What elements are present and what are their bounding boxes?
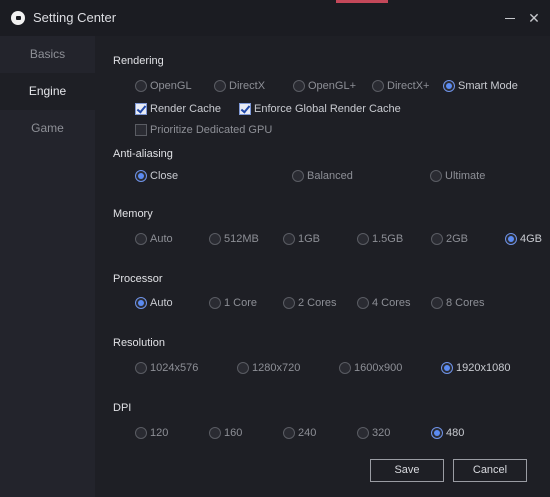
radio-button-icon — [431, 297, 443, 309]
radio-button-icon — [372, 80, 384, 92]
radio-memory-1-5gb[interactable]: 1.5GB — [357, 231, 403, 247]
radio-anti-aliasing-ultimate[interactable]: Ultimate — [430, 168, 485, 184]
checkbox-render-cache[interactable]: Render Cache — [135, 101, 221, 117]
radio-button-icon — [209, 297, 221, 309]
radio-button-icon — [283, 297, 295, 309]
radio-button-icon — [357, 427, 369, 439]
radio-dpi-320[interactable]: 320 — [357, 425, 390, 441]
radio-button-selected-icon — [443, 80, 455, 92]
radio-memory-2gb[interactable]: 2GB — [431, 231, 468, 247]
radio-button-icon — [431, 233, 443, 245]
radio-memory-4gb[interactable]: 4GB — [505, 231, 542, 247]
radio-processor-auto[interactable]: Auto — [135, 295, 173, 311]
radio-button-icon — [283, 427, 295, 439]
radio-processor-1-core[interactable]: 1 Core — [209, 295, 257, 311]
radio-button-icon — [135, 80, 147, 92]
radio-button-selected-icon — [441, 362, 453, 374]
radio-button-icon — [430, 170, 442, 182]
sidebar-item-basics[interactable]: Basics — [0, 36, 95, 73]
radio-button-icon — [209, 427, 221, 439]
radio-button-icon — [209, 233, 221, 245]
radio-anti-aliasing-close[interactable]: Close — [135, 168, 178, 184]
sidebar-item-game[interactable]: Game — [0, 110, 95, 147]
radio-resolution-1920x1080[interactable]: 1920x1080 — [441, 360, 510, 376]
radio-button-icon — [135, 362, 147, 374]
checkbox-checked-icon — [135, 103, 147, 115]
radio-resolution-1024x576[interactable]: 1024x576 — [135, 360, 198, 376]
checkbox-icon — [135, 124, 147, 136]
radio-rendering-opengl[interactable]: OpenGL — [135, 78, 192, 94]
radio-rendering-opengl-plus[interactable]: OpenGL+ — [293, 78, 356, 94]
radio-button-icon — [339, 362, 351, 374]
minimize-button[interactable] — [500, 8, 520, 28]
radio-anti-aliasing-balanced[interactable]: Balanced — [292, 168, 353, 184]
radio-button-icon — [292, 170, 304, 182]
radio-button-icon — [237, 362, 249, 374]
background-strip — [336, 0, 388, 3]
radio-button-icon — [214, 80, 226, 92]
sidebar-item-engine[interactable]: Engine — [0, 73, 95, 110]
radio-memory-512mb[interactable]: 512MB — [209, 231, 259, 247]
cancel-button[interactable]: Cancel — [453, 459, 527, 482]
radio-rendering-directx-plus[interactable]: DirectX+ — [372, 78, 430, 94]
radio-memory-1gb[interactable]: 1GB — [283, 231, 320, 247]
radio-button-icon — [293, 80, 305, 92]
radio-processor-4-cores[interactable]: 4 Cores — [357, 295, 411, 311]
radio-button-selected-icon — [505, 233, 517, 245]
radio-button-icon — [357, 233, 369, 245]
radio-button-icon — [283, 233, 295, 245]
save-button[interactable]: Save — [370, 459, 444, 482]
radio-dpi-480[interactable]: 480 — [431, 425, 464, 441]
section-title-processor: Processor — [113, 273, 163, 285]
radio-button-icon — [135, 427, 147, 439]
section-title-resolution: Resolution — [113, 337, 165, 349]
radio-memory-auto[interactable]: Auto — [135, 231, 173, 247]
radio-button-selected-icon — [135, 297, 147, 309]
radio-rendering-directx[interactable]: DirectX — [214, 78, 265, 94]
radio-resolution-1280x720[interactable]: 1280x720 — [237, 360, 300, 376]
checkbox-checked-icon — [239, 103, 251, 115]
checkbox-prioritize-dedicated-gpu[interactable]: Prioritize Dedicated GPU — [135, 122, 272, 138]
radio-dpi-160[interactable]: 160 — [209, 425, 242, 441]
window-title: Setting Center — [33, 10, 117, 25]
radio-rendering-smart-mode[interactable]: Smart Mode — [443, 78, 518, 94]
app-logo-icon — [11, 11, 25, 25]
engine-settings-panel: Rendering OpenGL DirectX OpenGL+ DirectX… — [95, 36, 550, 497]
radio-dpi-240[interactable]: 240 — [283, 425, 316, 441]
radio-resolution-1600x900[interactable]: 1600x900 — [339, 360, 402, 376]
section-title-dpi: DPI — [113, 402, 132, 414]
radio-button-selected-icon — [135, 170, 147, 182]
radio-button-selected-icon — [431, 427, 443, 439]
radio-processor-2-cores[interactable]: 2 Cores — [283, 295, 337, 311]
sidebar: Basics Engine Game — [0, 36, 95, 497]
section-title-anti-aliasing: Anti-aliasing — [113, 148, 173, 160]
section-title-memory: Memory — [113, 208, 153, 220]
close-button[interactable]: ✕ — [524, 8, 544, 28]
title-bar: Setting Center ✕ — [0, 0, 550, 36]
checkbox-enforce-global-render-cache[interactable]: Enforce Global Render Cache — [239, 101, 401, 117]
radio-button-icon — [357, 297, 369, 309]
radio-dpi-120[interactable]: 120 — [135, 425, 168, 441]
radio-button-icon — [135, 233, 147, 245]
section-title-rendering: Rendering — [113, 55, 164, 67]
radio-processor-8-cores[interactable]: 8 Cores — [431, 295, 485, 311]
